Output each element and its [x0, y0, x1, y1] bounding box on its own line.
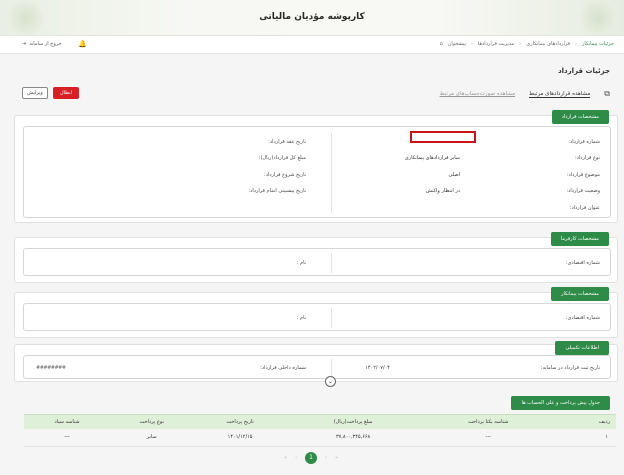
table-cell: ۱	[557, 428, 616, 447]
column-header: ردیف	[557, 414, 616, 429]
contract-status-value: در انتظار واکنش	[425, 188, 460, 194]
employer-card-header: مشخصات کارفرما	[550, 232, 609, 246]
column-divider	[331, 308, 332, 328]
breadcrumb-separator: ‹	[470, 41, 473, 47]
top-bar: ⌂ پیشخوان ‹ مدیریت قراردادها ‹ قراردادها…	[0, 36, 624, 54]
pager-first[interactable]: «	[284, 455, 287, 461]
contractor-economic-label: شماره اقتصادی:	[565, 315, 600, 321]
logout-label: خروج از سامانه	[29, 41, 62, 47]
column-header: مبلغ پرداخت(ریال)	[286, 414, 420, 429]
pager-prev[interactable]: ‹	[295, 455, 297, 461]
logout-icon: ⇥	[22, 41, 27, 47]
contractor-card-header: مشخصات پیمانکار	[551, 287, 609, 301]
employer-card: مشخصات کارفرما شماره اقتصادی: نام :	[14, 232, 618, 283]
column-divider	[331, 253, 332, 273]
column-header: شناسه یکتا پرداخت	[419, 414, 558, 429]
contract-subject-label: موضوع قرارداد:	[566, 172, 600, 178]
contract-number-value	[410, 131, 476, 143]
pager-next[interactable]: ›	[325, 455, 327, 461]
column-header: نوع پرداخت	[110, 414, 194, 429]
column-header: شناسه سیاد	[24, 414, 111, 429]
table-row: ۱ --- ۳۷,۸۰۰,۳۴۵,۶۶۸ ۱۴۰۱/۱۲/۱۵ سایر ---	[24, 428, 616, 447]
registration-date-label: تاریخ ثبت قرارداد در سامانه:	[540, 365, 600, 371]
chevron-down-icon[interactable]: ⌄	[325, 376, 336, 387]
contract-number-label: شماره قرارداد:	[568, 139, 600, 145]
edit-button[interactable]: ویرایش	[22, 87, 48, 99]
contract-type-label: نوع قرارداد:	[574, 155, 600, 161]
internal-number-label: شماره داخلی قرارداد:	[260, 365, 306, 371]
contract-date-label: تاریخ عقد قرارداد:	[268, 139, 306, 145]
contract-start-label: تاریخ شروع قرارداد:	[264, 172, 306, 178]
table-cell: ۳۷,۸۰۰,۳۴۵,۶۶۸	[286, 428, 420, 447]
extra-info-header: اطلاعات تکمیلی	[555, 341, 609, 355]
breadcrumb-current: جزئیات پیمانکار	[582, 41, 614, 47]
table-header-row: ردیف شناسه یکتا پرداخت مبلغ پرداخت(ریال)…	[24, 414, 616, 429]
related-tabs: ⧉ مشاهده قراردادهای مرتبط مشاهده صورت‌حس…	[440, 89, 610, 99]
column-divider	[331, 359, 332, 377]
breadcrumb-separator: ‹	[519, 41, 522, 47]
payments-table: ردیف شناسه یکتا پرداخت مبلغ پرداخت(ریال)…	[24, 414, 616, 447]
breadcrumb-item[interactable]: مدیریت قراردادها	[478, 41, 514, 47]
extra-info-box: تاریخ ثبت قرارداد در سامانه: ۱۴۰۲/۰۷/۰۴ …	[23, 355, 611, 379]
logout-button[interactable]: ⇥ خروج از سامانه	[22, 41, 62, 47]
tab-related-invoices[interactable]: مشاهده صورت‌حساب‌های مرتبط	[440, 91, 515, 97]
column-header: تاریخ پرداخت	[193, 414, 287, 429]
app-title: کارپوشه مؤدیان مالیاتی	[259, 12, 365, 22]
contract-card: مشخصات قرارداد شماره قرارداد: نوع قراردا…	[14, 110, 618, 223]
cancel-button[interactable]: ابطال	[53, 87, 79, 99]
table-cell: سایر	[110, 428, 194, 447]
pager-current[interactable]: 1	[305, 452, 318, 464]
contract-details-box: شماره قرارداد: نوع قرارداد: سایر قرارداد…	[23, 126, 611, 218]
pagination: « ‹ 1 › »	[284, 452, 338, 464]
contractor-box: شماره اقتصادی: نام :	[23, 303, 611, 331]
table-cell: ۱۴۰۱/۱۲/۱۵	[193, 428, 287, 447]
page-title: جزئیات قرارداد	[558, 67, 610, 75]
breadcrumb: ⌂ پیشخوان ‹ مدیریت قراردادها ‹ قراردادها…	[440, 41, 615, 47]
breadcrumb-item[interactable]: قراردادهای پیمانکاری	[526, 41, 570, 47]
registration-date-value: ۱۴۰۲/۰۷/۰۴	[365, 365, 390, 371]
internal-number-value: ########	[36, 365, 66, 371]
breadcrumb-separator: ‹	[575, 41, 578, 47]
employer-economic-label: شماره اقتصادی:	[565, 260, 600, 266]
bell-icon[interactable]: 🔔	[78, 40, 87, 48]
employer-box: شماره اقتصادی: نام :	[23, 248, 611, 276]
contract-end-label: تاریخ پیشبینی اتمام قرارداد:	[248, 188, 306, 194]
copy-icon: ⧉	[604, 89, 610, 98]
contract-card-header: مشخصات قرارداد	[551, 110, 609, 124]
contract-title-label: عنوان قرارداد:	[569, 205, 600, 211]
app-banner: کارپوشه مؤدیان مالیاتی	[0, 0, 624, 36]
extra-info-card: اطلاعات تکمیلی تاریخ ثبت قرارداد در ساما…	[14, 341, 618, 382]
contractor-card: مشخصات پیمانکار شماره اقتصادی: نام :	[14, 287, 618, 338]
table-cell: ---	[24, 428, 111, 447]
pager-last[interactable]: »	[335, 455, 338, 461]
contract-subject-value: اصلی	[448, 172, 460, 178]
contract-type-value: سایر قراردادهای پیمانکاری	[404, 155, 460, 161]
breadcrumb-item[interactable]: پیشخوان	[448, 41, 466, 47]
tab-related-contracts[interactable]: مشاهده قراردادهای مرتبط	[529, 91, 591, 98]
home-icon[interactable]: ⌂	[440, 41, 443, 47]
contractor-name-label: نام :	[296, 315, 306, 321]
column-divider	[331, 133, 332, 213]
contract-status-label: وضعیت قرارداد:	[566, 188, 600, 194]
table-cell: ---	[419, 428, 558, 447]
payments-header: جدول پیش پرداخت و علی الحساب ها	[511, 396, 610, 410]
employer-name-label: نام :	[296, 260, 306, 266]
contract-amount-label: مبلغ کل قرارداد(ریال):	[258, 155, 306, 161]
